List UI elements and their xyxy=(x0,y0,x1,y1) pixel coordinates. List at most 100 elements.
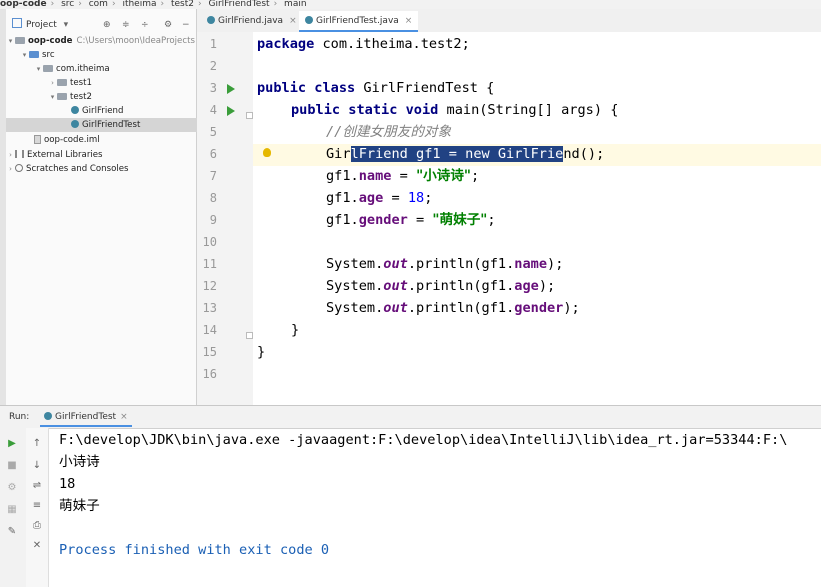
editor-tab-bar: GirlFriend.java × GirlFriendTest.java × xyxy=(197,9,821,33)
tree-item-project[interactable]: ▾ oop-code C:\Users\moon\IdeaProjects xyxy=(6,34,196,48)
libraries-icon xyxy=(15,150,24,158)
code-line-5: //创建女朋友的对象 xyxy=(326,124,452,140)
console-output[interactable]: F:\develop\JDK\bin\java.exe -javaagent:F… xyxy=(59,428,821,587)
code-line-7: gf1.name = "小诗诗"; xyxy=(326,168,480,184)
soft-wrap-icon[interactable]: ⇌ xyxy=(31,480,43,492)
tree-item-iml[interactable]: oop-code.iml xyxy=(6,133,224,147)
line-number: 1 xyxy=(209,37,217,51)
fold-icon[interactable] xyxy=(246,112,253,119)
class-icon xyxy=(44,412,52,420)
scroll-to-end-icon[interactable]: ≡ xyxy=(31,500,43,512)
breadcrumb-test2[interactable]: test2 xyxy=(171,0,194,9)
run-tab[interactable]: GirlFriendTest × xyxy=(40,406,132,427)
line-number: 15 xyxy=(202,345,217,359)
package-icon xyxy=(43,65,53,72)
scratches-icon xyxy=(15,164,23,172)
breadcrumb-itheima[interactable]: itheima xyxy=(122,0,156,9)
class-icon xyxy=(71,106,79,114)
locate-icon[interactable]: ⊕ xyxy=(103,14,111,36)
line-number: 3 xyxy=(209,81,217,95)
breadcrumb-src[interactable]: src xyxy=(61,0,74,9)
tree-item-src[interactable]: ▾ src xyxy=(6,48,210,62)
collapse-all-icon[interactable]: ≑ xyxy=(122,14,130,36)
line-number: 14 xyxy=(202,323,217,337)
code-line-13: System.out.println(gf1.gender); xyxy=(326,300,580,316)
down-arrow-icon[interactable]: ↓ xyxy=(31,460,43,472)
run-main-icon[interactable] xyxy=(227,106,235,116)
breadcrumb-method[interactable]: main xyxy=(284,0,307,9)
console-line: 18 xyxy=(59,476,76,492)
trash-icon[interactable]: ✕ xyxy=(31,540,43,552)
class-icon xyxy=(207,16,215,24)
code-line-6: GirlFriend gf1 = new GirlFriend(); xyxy=(326,146,605,162)
run-panel: Run: GirlFriendTest × ▶ ■ ⚙ ▦ ✎ ↑ ↓ ⇌ ≡ ⎙… xyxy=(0,405,821,587)
run-toolbar-primary: ▶ ■ ⚙ ▦ ✎ xyxy=(0,428,27,587)
project-view-selector[interactable]: Project xyxy=(26,20,57,30)
expand-icon[interactable]: ÷ xyxy=(141,14,149,36)
code-line-1: package com.itheima.test2; xyxy=(257,36,470,52)
line-number: 8 xyxy=(209,191,217,205)
stop-icon[interactable]: ■ xyxy=(6,460,18,472)
up-arrow-icon[interactable]: ↑ xyxy=(31,438,43,450)
tab-girlfriend-java[interactable]: GirlFriend.java × xyxy=(201,11,303,32)
tab-girlfriendtest-java[interactable]: GirlFriendTest.java × xyxy=(299,11,419,32)
line-number: 10 xyxy=(202,235,217,249)
run-panel-header: Run: GirlFriendTest × xyxy=(0,406,821,429)
project-panel: Project ▾ ⊕ ≑ ÷ ⚙ − ▾ oop-code C:\Users\mo… xyxy=(6,9,261,405)
close-icon[interactable]: × xyxy=(405,16,413,26)
code-line-14: } xyxy=(291,322,300,338)
console-line: F:\develop\JDK\bin\java.exe -javaagent:F… xyxy=(59,432,788,448)
line-number: 11 xyxy=(202,257,217,271)
breadcrumb-project[interactable]: oop-code xyxy=(0,0,47,9)
close-icon[interactable]: × xyxy=(120,412,128,422)
project-panel-header: Project ▾ ⊕ ≑ ÷ ⚙ − xyxy=(6,14,196,36)
line-number: 13 xyxy=(202,301,217,315)
debug-icon[interactable]: ⚙ xyxy=(6,482,18,494)
hide-panel-icon[interactable]: − xyxy=(182,14,190,36)
code-line-9: gf1.gender = "萌妹子"; xyxy=(326,212,496,228)
pin-icon[interactable]: ✎ xyxy=(6,526,18,538)
lightbulb-icon[interactable] xyxy=(263,148,271,157)
breadcrumb: oop-code › src › com › itheima › test2 › Girl… xyxy=(0,0,821,9)
code-line-8: gf1.age = 18; xyxy=(326,190,433,206)
tree-item-scratches[interactable]: › Scratches and Consoles xyxy=(6,162,196,176)
line-number: 9 xyxy=(209,213,217,227)
code-line-3: public class GirlFriendTest { xyxy=(257,80,495,96)
line-number: 12 xyxy=(202,279,217,293)
tree-item-com-itheima[interactable]: ▾ com.itheima xyxy=(6,62,224,76)
package-icon xyxy=(57,79,67,86)
breadcrumb-com[interactable]: com xyxy=(89,0,108,9)
class-icon xyxy=(305,16,313,24)
code-line-15: } xyxy=(257,344,266,360)
run-label: Run: xyxy=(9,412,30,422)
line-number: 4 xyxy=(209,103,217,117)
code-line-11: System.out.println(gf1.name); xyxy=(326,256,564,272)
rerun-icon[interactable]: ▶ xyxy=(6,438,18,450)
code-line-4: public static void main(String[] args) { xyxy=(291,102,619,118)
tree-item-external-libraries[interactable]: › External Libraries xyxy=(6,148,196,162)
console-line: 萌妹子 xyxy=(59,498,100,514)
breadcrumb-class[interactable]: GirlFriendTest xyxy=(208,0,269,9)
layout-icon[interactable]: ▦ xyxy=(6,504,18,516)
line-number: 16 xyxy=(202,367,217,381)
editor-gutter[interactable]: 1 2 3 4 5 6 7 8 9 10 11 12 13 14 15 16 xyxy=(197,32,254,405)
console-line: 小诗诗 xyxy=(59,454,100,470)
close-icon[interactable]: × xyxy=(289,16,297,26)
module-file-icon xyxy=(34,135,41,144)
console-line-exit: Process finished with exit code 0 xyxy=(59,542,330,558)
run-class-icon[interactable] xyxy=(227,84,235,94)
chevron-down-icon[interactable]: ▾ xyxy=(64,20,69,30)
project-view-icon xyxy=(12,18,22,28)
code-line-12: System.out.println(gf1.age); xyxy=(326,278,556,294)
line-number: 2 xyxy=(209,59,217,73)
folder-icon xyxy=(29,51,39,58)
gear-icon[interactable]: ⚙ xyxy=(164,14,172,36)
class-icon xyxy=(71,120,79,128)
folder-icon xyxy=(15,37,25,44)
line-number: 6 xyxy=(209,147,217,161)
run-toolbar-secondary: ↑ ↓ ⇌ ≡ ⎙ ✕ xyxy=(26,428,49,587)
package-icon xyxy=(57,93,67,100)
fold-icon[interactable] xyxy=(246,332,253,339)
code-editor[interactable]: package com.itheima.test2; public class … xyxy=(253,32,821,405)
print-icon[interactable]: ⎙ xyxy=(31,520,43,532)
